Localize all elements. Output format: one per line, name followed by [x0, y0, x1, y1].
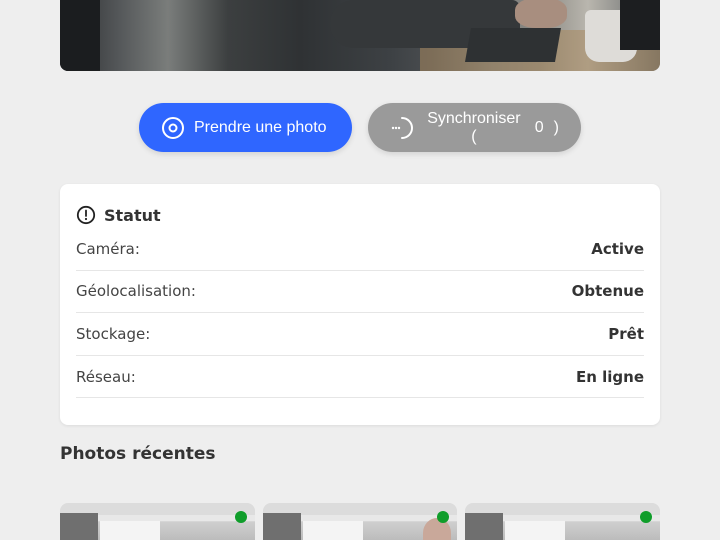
status-header: Statut [76, 204, 644, 226]
status-label: Stockage: [76, 324, 151, 343]
thumb-wall [262, 513, 301, 540]
status-label: Réseau: [76, 367, 136, 386]
photo-thumbnail[interactable] [465, 503, 661, 540]
status-value: Prêt [608, 324, 644, 343]
status-value: En ligne [575, 367, 644, 386]
thumb-wall [60, 513, 98, 540]
thumb-window [100, 521, 160, 540]
status-label: Géolocalisation: [76, 282, 196, 301]
take-photo-button[interactable]: Prendre une photo [139, 103, 352, 152]
thumb-window [505, 521, 566, 540]
alert-circle-icon [76, 205, 96, 225]
camera-preview [60, 0, 660, 71]
status-row-camera: Caméra: Active [76, 228, 644, 271]
loading-spinner-icon [391, 116, 413, 139]
synced-status-dot [640, 511, 653, 523]
recent-photos-title: Photos récentes [60, 444, 216, 464]
photo-thumbnail[interactable] [60, 503, 255, 540]
photo-thumbnail[interactable] [262, 503, 458, 540]
capture-icon [162, 116, 184, 139]
take-photo-label: Prendre une photo [194, 118, 327, 136]
status-row-geolocation: Géolocalisation: Obtenue [76, 271, 644, 314]
sync-count: 0 [534, 118, 544, 136]
status-value: Active [591, 239, 644, 258]
preview-monitor [620, 0, 660, 50]
status-row-storage: Stockage: Prêt [76, 313, 644, 356]
preview-keyboard [465, 28, 561, 62]
status-value: Obtenue [571, 282, 644, 301]
status-card: Statut Caméra: Active Géolocalisation: O… [60, 184, 660, 425]
preview-hand [515, 0, 567, 28]
status-title: Statut [104, 205, 161, 225]
preview-background [60, 0, 100, 71]
sync-label-close: ) [553, 118, 559, 136]
synced-status-dot [234, 511, 247, 523]
thumb-wall [465, 513, 504, 540]
thumb-window [302, 521, 363, 540]
sync-label-group: Synchroniser ( 0 ) [423, 110, 559, 146]
status-row-network: Réseau: En ligne [76, 356, 644, 399]
recent-photos-grid [60, 503, 661, 540]
status-label: Caméra: [76, 239, 140, 258]
sync-label: Synchroniser ( [427, 109, 521, 145]
sync-button[interactable]: Synchroniser ( 0 ) [368, 103, 581, 152]
synced-status-dot [437, 511, 450, 523]
